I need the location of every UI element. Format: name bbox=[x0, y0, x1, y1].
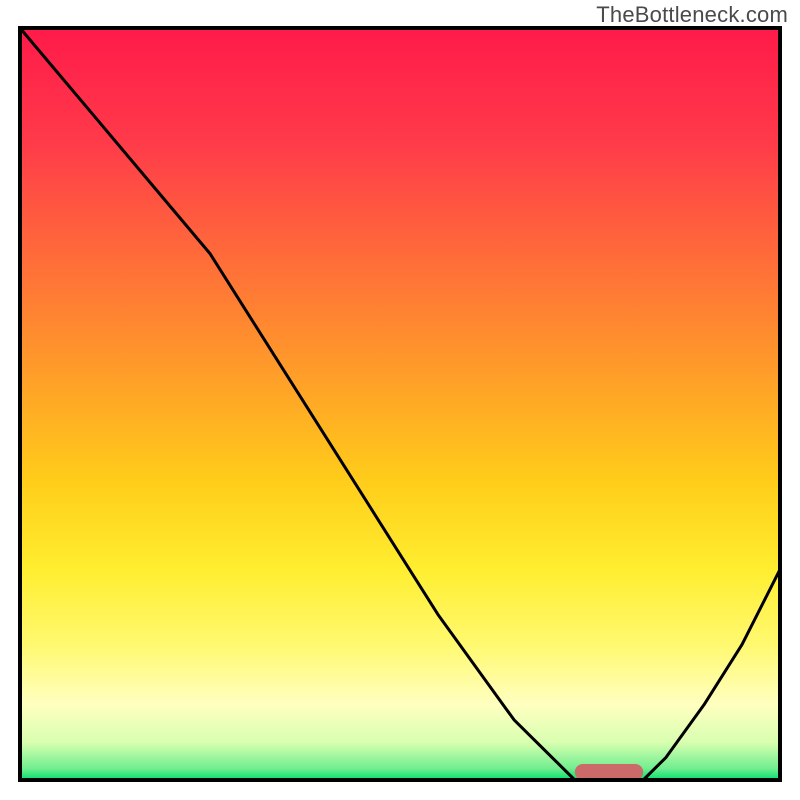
gradient-background bbox=[20, 28, 780, 780]
watermark-text: TheBottleneck.com bbox=[596, 2, 788, 28]
bottleneck-chart bbox=[0, 0, 800, 800]
chart-container: { "watermark": "TheBottleneck.com", "cha… bbox=[0, 0, 800, 800]
optimal-range-marker bbox=[575, 764, 643, 780]
